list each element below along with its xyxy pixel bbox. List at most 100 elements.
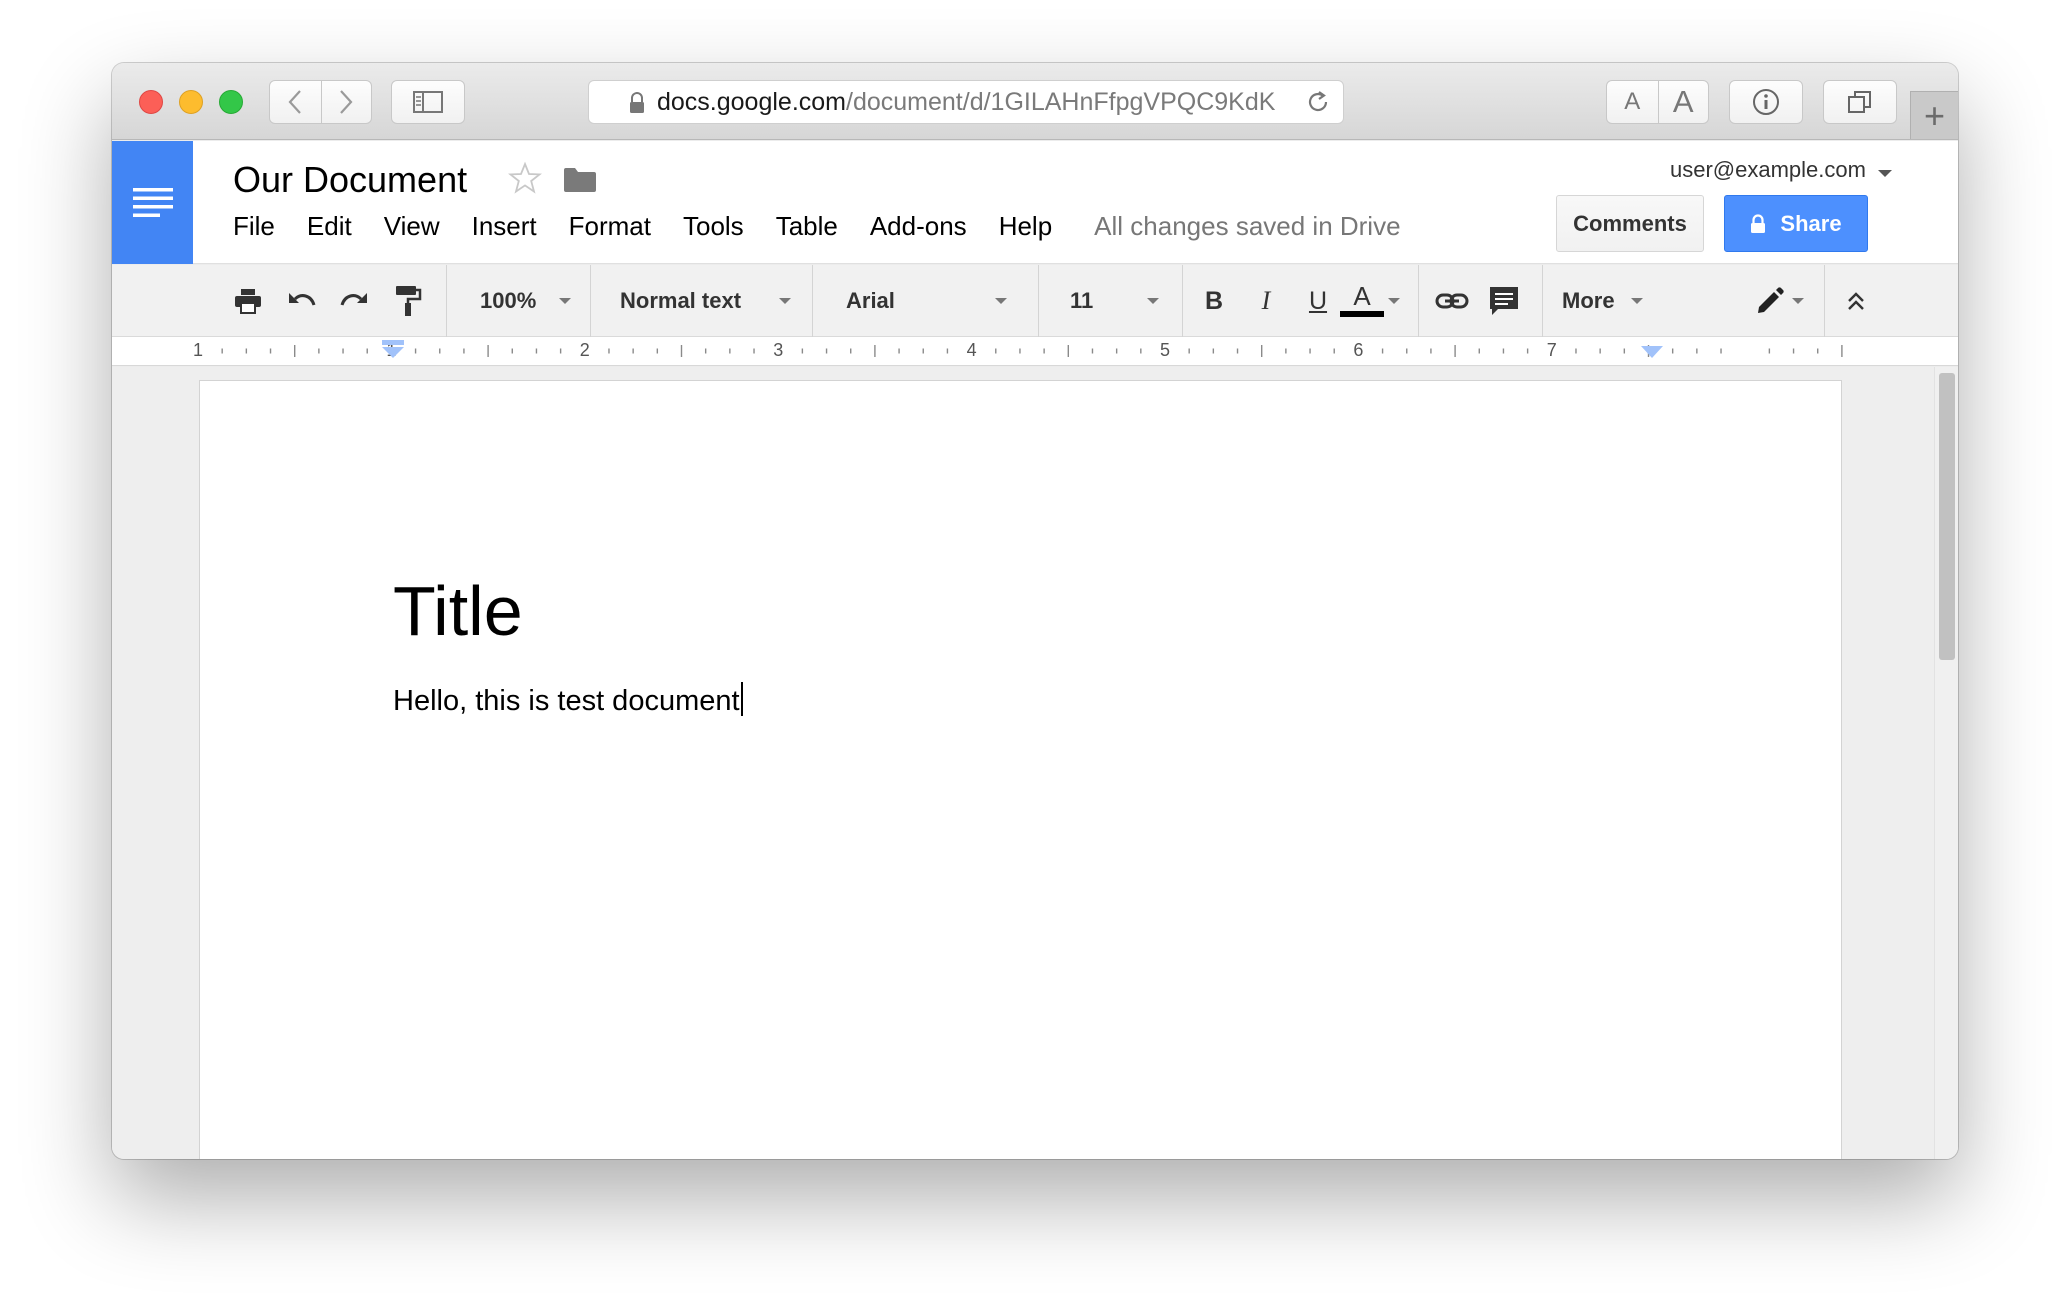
- document-page[interactable]: Title Hello, this is test document: [199, 380, 1842, 1159]
- font-size-select[interactable]: 11: [1040, 265, 1180, 337]
- caret-down-icon: [779, 298, 791, 304]
- docs-header: Our Document File Edit View Insert Forma…: [112, 141, 1958, 264]
- reload-icon[interactable]: [1305, 89, 1331, 115]
- forward-button[interactable]: [320, 81, 372, 123]
- document-paragraph-text: Hello, this is test document: [393, 685, 740, 717]
- docs-logo-icon: [132, 187, 173, 217]
- sidebar-toggle-button[interactable]: [391, 80, 465, 124]
- formatting-toolbar: 100% Normal text Arial 11 B I U A More: [112, 265, 1958, 337]
- redo-icon: [340, 293, 367, 306]
- collapse-menus-button[interactable]: [1836, 265, 1876, 337]
- left-indent-marker[interactable]: [381, 340, 405, 360]
- font-family-select[interactable]: Arial: [814, 265, 1038, 337]
- chevron-right-icon: [340, 90, 353, 114]
- font-size-value: 11: [1070, 288, 1094, 313]
- info-button[interactable]: [1729, 80, 1803, 124]
- ruler-number-0: 1: [193, 340, 204, 360]
- bold-button[interactable]: B: [1194, 265, 1234, 337]
- url-path: /document/d/1GILAHnFfpgVPQC9KdK: [846, 87, 1276, 116]
- docs-home-logo[interactable]: [112, 141, 193, 264]
- paragraph-style-select[interactable]: Normal text: [592, 265, 810, 337]
- minimize-window-button[interactable]: [179, 90, 203, 114]
- url-domain: docs.google.com: [657, 87, 847, 116]
- text-color-swatch: [1340, 311, 1384, 317]
- caret-down-icon: [995, 298, 1007, 304]
- insert-link-button[interactable]: [1430, 265, 1474, 337]
- chevron-down-icon: [1877, 157, 1892, 183]
- underline-button[interactable]: U: [1298, 265, 1338, 337]
- save-status[interactable]: All changes saved in Drive: [1094, 211, 1400, 242]
- menu-addons[interactable]: Add-ons: [870, 211, 967, 242]
- right-indent-marker[interactable]: [1640, 345, 1664, 359]
- font-family-value: Arial: [846, 288, 895, 313]
- text-cursor: [740, 682, 743, 716]
- menu-format[interactable]: Format: [569, 211, 651, 242]
- undo-button[interactable]: [282, 265, 322, 337]
- zoom-window-button[interactable]: [219, 90, 243, 114]
- ruler-number-4: 4: [966, 340, 977, 360]
- text-color-button[interactable]: A: [1338, 265, 1406, 337]
- document-heading[interactable]: Title: [393, 576, 523, 646]
- share-label: Share: [1780, 210, 1842, 236]
- redo-button[interactable]: [334, 265, 374, 337]
- show-tabs-button[interactable]: [1823, 80, 1897, 124]
- zoom-select[interactable]: 100%: [448, 265, 588, 337]
- menu-view[interactable]: View: [384, 211, 440, 242]
- menu-table[interactable]: Table: [776, 211, 838, 242]
- star-icon[interactable]: [508, 161, 542, 195]
- folder-icon[interactable]: [563, 167, 597, 193]
- chevron-double-up-icon: [1848, 292, 1864, 310]
- back-button[interactable]: [270, 81, 321, 123]
- menu-help[interactable]: Help: [999, 211, 1052, 242]
- browser-titlebar: docs.google.com/document/d/1GILAHnFfpgVP…: [112, 63, 1958, 140]
- menu-edit[interactable]: Edit: [307, 211, 352, 242]
- smaller-text-button[interactable]: A: [1607, 81, 1658, 123]
- more-menu-button[interactable]: More: [1544, 265, 1664, 337]
- sidebar-icon: [413, 91, 443, 113]
- menu-bar: File Edit View Insert Format Tools Table…: [233, 211, 1401, 242]
- menu-insert[interactable]: Insert: [472, 211, 537, 242]
- user-email: user@example.com: [1670, 157, 1866, 182]
- vertical-scrollbar[interactable]: [1934, 367, 1958, 1159]
- lock-icon: [630, 92, 644, 113]
- link-icon: [1435, 293, 1469, 309]
- document-canvas: Title Hello, this is test document: [112, 367, 1958, 1159]
- menu-file[interactable]: File: [233, 211, 275, 242]
- caret-down-icon: [1388, 298, 1400, 304]
- print-button[interactable]: [228, 265, 268, 337]
- editing-mode-button[interactable]: [1732, 265, 1808, 337]
- menu-tools[interactable]: Tools: [683, 211, 744, 242]
- caret-down-icon: [1792, 298, 1804, 304]
- italic-button[interactable]: I: [1246, 265, 1286, 337]
- new-tab-button[interactable]: +: [1910, 91, 1958, 139]
- ruler-number-5: 5: [1160, 340, 1171, 360]
- scrollbar-thumb[interactable]: [1939, 373, 1955, 660]
- comments-button[interactable]: Comments: [1556, 195, 1704, 252]
- comment-icon: [1490, 287, 1518, 315]
- ruler: 1 1 2 3 4 5 6 7: [112, 337, 1958, 366]
- close-window-button[interactable]: [139, 90, 163, 114]
- address-bar[interactable]: docs.google.com/document/d/1GILAHnFfpgVP…: [588, 80, 1344, 124]
- lock-icon: [1750, 213, 1766, 234]
- ruler-number-3: 3: [773, 340, 784, 360]
- info-icon: [1753, 89, 1779, 115]
- caret-down-icon: [559, 298, 571, 304]
- paint-format-button[interactable]: [388, 265, 428, 337]
- chevron-left-icon: [288, 90, 302, 114]
- share-button[interactable]: Share: [1724, 195, 1868, 252]
- insert-comment-button[interactable]: [1482, 265, 1526, 337]
- text-color-letter: A: [1353, 281, 1371, 311]
- ruler-number-6: 6: [1353, 340, 1364, 360]
- caret-down-icon: [1147, 298, 1159, 304]
- zoom-value: 100%: [480, 288, 537, 313]
- pencil-icon: [1758, 287, 1784, 313]
- print-icon: [235, 289, 261, 314]
- larger-text-button[interactable]: A: [1657, 81, 1709, 123]
- account-switcher[interactable]: user@example.com: [1670, 157, 1892, 183]
- document-title[interactable]: Our Document: [233, 159, 467, 201]
- document-paragraph[interactable]: Hello, this is test document: [393, 682, 743, 716]
- ruler-number-7: 7: [1546, 340, 1557, 360]
- tabs-icon: [1848, 91, 1871, 113]
- paragraph-style-value: Normal text: [620, 288, 742, 313]
- history-nav: [269, 80, 372, 124]
